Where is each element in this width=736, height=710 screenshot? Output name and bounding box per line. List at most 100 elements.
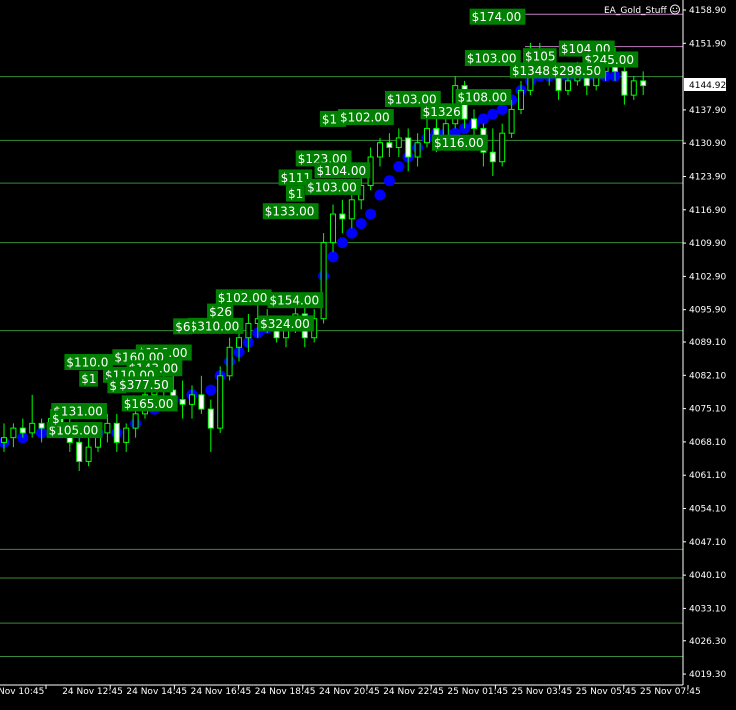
expert-name: EA_Gold_Stuff xyxy=(604,6,667,16)
candle-bear xyxy=(38,422,45,429)
time-tick-label: 25 Nov 03:45 xyxy=(512,687,573,697)
candle-bear xyxy=(405,137,412,158)
candle-bear xyxy=(207,408,214,429)
price-tick-label: 4095.90 xyxy=(689,306,726,316)
profit-label: $116.00 xyxy=(432,134,488,151)
time-tick-label: 25 Nov 07:45 xyxy=(640,687,701,697)
profit-label-text: $174.00 xyxy=(472,10,522,24)
candle-bull xyxy=(508,108,515,134)
profit-label-text: $133.00 xyxy=(265,205,315,219)
profit-label: $1 xyxy=(79,370,98,387)
price-chart[interactable]: $174.00$103.00 $105$104.00$245.00$1348 $29… xyxy=(0,0,736,710)
time-tick-label: Nov 10:45 xyxy=(0,687,44,697)
price-tick-label: 4151.90 xyxy=(689,39,726,49)
candle-bull xyxy=(236,337,242,348)
profit-label-text: $104.00 xyxy=(317,164,367,178)
profit-label: $1348 xyxy=(509,62,551,79)
price-tick-label: 4158.90 xyxy=(689,6,726,16)
profit-label-text: $108.00 xyxy=(458,91,508,105)
price-tick-label: 4054.10 xyxy=(689,505,726,515)
candle-bull xyxy=(377,142,383,158)
profit-label: $104.00 xyxy=(314,162,371,179)
trend-dot xyxy=(327,251,339,263)
candle-bull xyxy=(518,89,524,110)
price-tick-label: 4089.10 xyxy=(689,338,726,348)
price-tick-label: 4019.30 xyxy=(689,670,726,680)
price-tick-label: 4075.10 xyxy=(689,405,726,415)
trend-dot xyxy=(383,175,395,187)
profit-label-text: $102.00 xyxy=(218,291,268,305)
profit-label: $105 xyxy=(523,48,557,65)
price-tick-label: 4102.90 xyxy=(689,272,726,282)
profit-label: $1 xyxy=(286,185,305,202)
profit-label-text: $154.00 xyxy=(270,294,320,308)
candle-bull xyxy=(1,437,7,443)
time-tick-label: 24 Nov 20:45 xyxy=(319,687,380,697)
time-tick-label: 25 Nov 05:45 xyxy=(576,687,637,697)
current-price-label: 4144.92 xyxy=(689,81,726,91)
candle-bull xyxy=(424,127,430,144)
trend-dot xyxy=(487,108,499,120)
current-price-marker: 4144.92 xyxy=(684,78,726,91)
time-tick-labels: Nov 10:45 24 Nov 12:45 24 Nov 14:45 24 Nov … xyxy=(0,685,701,697)
candle-bull xyxy=(245,322,252,339)
profit-label-text: $110.0 xyxy=(66,356,108,370)
candle-bear xyxy=(386,142,393,148)
candle-bear xyxy=(19,427,26,434)
profit-label: $133.00 xyxy=(262,203,319,220)
profit-label-text: $26 xyxy=(209,305,232,319)
profit-label: $103.00 xyxy=(305,178,361,195)
trend-dot xyxy=(477,113,489,125)
candle-bear xyxy=(113,422,120,443)
time-tick-label: 24 Nov 18:45 xyxy=(255,687,316,697)
candle-bear xyxy=(179,399,186,405)
profit-label: $6 xyxy=(173,318,192,335)
profit-label: $154.00 xyxy=(267,292,324,309)
candle-bull xyxy=(330,213,336,244)
price-tick-label: 4116.90 xyxy=(689,206,726,216)
candle-bull xyxy=(414,142,421,158)
candle-bull xyxy=(85,446,92,462)
candle-bull xyxy=(10,427,17,439)
profit-label-text: $310.00 xyxy=(190,319,240,333)
candle-bull xyxy=(630,80,637,96)
trend-dot xyxy=(374,189,386,201)
price-tick-label: 4033.10 xyxy=(689,604,726,614)
candle-bull xyxy=(29,422,36,434)
profit-label-text: $377.50 xyxy=(119,378,169,392)
profit-label: $ xyxy=(50,410,62,427)
candle-bull xyxy=(565,80,571,91)
trend-dot xyxy=(346,227,358,239)
candle-bear xyxy=(471,118,477,129)
candle-bull xyxy=(499,132,506,163)
candle-bull xyxy=(226,346,233,377)
profit-label-text: $1 xyxy=(81,372,96,386)
price-tick-labels: 4158.90 4151.90 4137.90 4130.90 4123.90 4116.… xyxy=(683,6,726,680)
candle-bear xyxy=(198,394,205,410)
candle-bull xyxy=(189,394,195,405)
time-tick-label: 25 Nov 01:45 xyxy=(447,687,508,697)
profit-label-text: $1 xyxy=(288,187,303,201)
time-tick-label: 24 Nov 16:45 xyxy=(191,687,252,697)
profit-label: $1326 xyxy=(420,103,462,120)
candle-bear xyxy=(76,441,83,462)
profit-label-text: $6 xyxy=(175,320,190,334)
profit-label: $310.00 xyxy=(187,317,244,334)
profit-label-text: $ xyxy=(52,412,60,426)
profit-label-text: $105 xyxy=(525,50,556,64)
profit-label: $108.00 xyxy=(455,89,512,106)
price-tick-label: 4130.90 xyxy=(689,139,726,149)
candle-bull xyxy=(123,427,130,443)
profit-label: $102.00 xyxy=(338,109,394,126)
profit-label-text: $103.00 xyxy=(307,180,357,194)
trend-dot xyxy=(365,208,377,220)
profit-label-text: $116.00 xyxy=(434,136,484,150)
profit-label: $26 xyxy=(207,303,234,320)
candle-bear xyxy=(640,80,647,87)
trend-dot xyxy=(496,103,508,115)
trend-dot xyxy=(205,384,217,396)
price-tick-label: 4082.10 xyxy=(689,371,726,381)
profit-label: $174.00 xyxy=(469,8,526,25)
candle-bull xyxy=(132,413,139,429)
profit-label-text: $165.00 xyxy=(124,397,174,411)
